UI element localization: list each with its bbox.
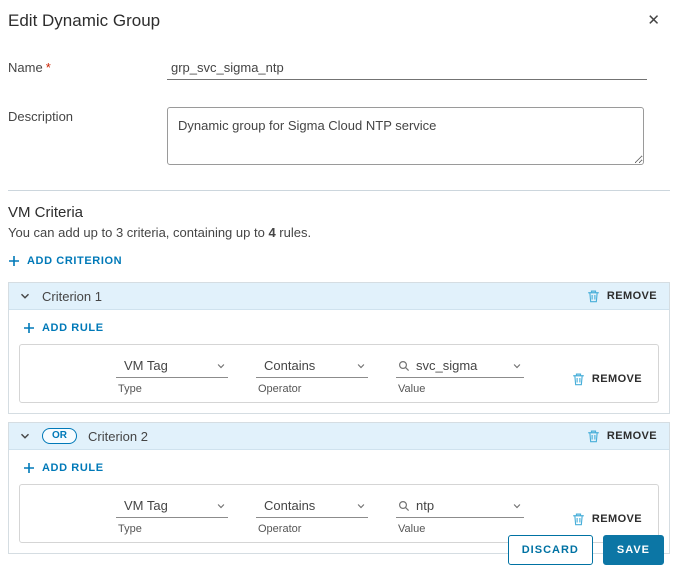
- value-field: svc_sigma Value: [396, 356, 524, 395]
- operator-field-label: Operator: [256, 383, 368, 395]
- description-row: Description Dynamic group for Sigma Clou…: [0, 107, 678, 165]
- operator-select[interactable]: Contains: [256, 496, 368, 518]
- vm-criteria-subtitle: You can add up to 3 criteria, containing…: [8, 225, 670, 240]
- subtitle-suffix: rules.: [276, 225, 311, 240]
- type-select[interactable]: VM Tag: [116, 356, 228, 378]
- chevron-down-icon: [356, 361, 366, 371]
- operator-select-value: Contains: [258, 498, 356, 513]
- add-criterion-button[interactable]: ADD CRITERION: [8, 255, 122, 267]
- edit-dynamic-group-dialog: Edit Dynamic Group ✕ Name* Description D…: [0, 0, 678, 574]
- name-row: Name*: [0, 58, 678, 80]
- discard-button[interactable]: DISCARD: [508, 535, 593, 565]
- vm-criteria-section: VM Criteria You can add up to 3 criteria…: [0, 204, 678, 554]
- add-rule-label: ADD RULE: [42, 462, 104, 474]
- save-button[interactable]: SAVE: [603, 535, 664, 565]
- remove-label: REMOVE: [592, 513, 642, 525]
- type-field-label: Type: [116, 523, 228, 535]
- type-select[interactable]: VM Tag: [116, 496, 228, 518]
- name-label-text: Name: [8, 60, 43, 75]
- type-field: VM Tag Type: [116, 496, 228, 535]
- operator-select[interactable]: Contains: [256, 356, 368, 378]
- criterion-title: Criterion 2: [88, 429, 148, 444]
- remove-label: REMOVE: [592, 373, 642, 385]
- criterion-title: Criterion 1: [42, 289, 102, 304]
- value-field: ntp Value: [396, 496, 524, 535]
- chevron-down-icon: [512, 501, 522, 511]
- type-field-label: Type: [116, 383, 228, 395]
- criterion-1: Criterion 1 REMOVE ADD RULE: [8, 282, 670, 414]
- rule-row: VM Tag Type Contains: [19, 344, 659, 403]
- rule-remove-button[interactable]: REMOVE: [572, 512, 642, 526]
- criterion-1-header: Criterion 1 REMOVE: [9, 283, 669, 310]
- subtitle-bold-number: 4: [268, 225, 275, 240]
- name-label: Name*: [0, 58, 167, 75]
- rule-remove-button[interactable]: REMOVE: [572, 372, 642, 386]
- search-icon: [398, 360, 410, 372]
- operator-select-value: Contains: [258, 358, 356, 373]
- chevron-down-icon[interactable]: [19, 290, 31, 302]
- criterion-2-header: OR Criterion 2 REMOVE: [9, 423, 669, 450]
- section-divider: [8, 190, 670, 191]
- add-rule-label: ADD RULE: [42, 322, 104, 334]
- chevron-down-icon: [512, 361, 522, 371]
- close-icon[interactable]: ✕: [645, 11, 662, 30]
- type-select-value: VM Tag: [118, 358, 216, 373]
- chevron-down-icon: [216, 361, 226, 371]
- rule-fields: VM Tag Type Contains: [116, 356, 524, 395]
- add-rule-button[interactable]: ADD RULE: [23, 462, 104, 474]
- operator-field: Contains Operator: [256, 496, 368, 535]
- value-field-label: Value: [396, 383, 524, 395]
- add-rule-button[interactable]: ADD RULE: [23, 322, 104, 334]
- dialog-header: Edit Dynamic Group ✕: [0, 0, 678, 31]
- value-select[interactable]: ntp: [396, 496, 524, 518]
- value-select-value: ntp: [410, 498, 512, 513]
- description-textarea[interactable]: Dynamic group for Sigma Cloud NTP servic…: [167, 107, 644, 165]
- trash-icon: [572, 512, 585, 526]
- search-icon: [398, 500, 410, 512]
- criterion-1-remove-button[interactable]: REMOVE: [587, 289, 657, 303]
- dialog-footer: DISCARD SAVE: [508, 535, 664, 565]
- remove-label: REMOVE: [607, 430, 657, 442]
- name-input[interactable]: [167, 58, 647, 80]
- plus-icon: [23, 322, 35, 334]
- required-asterisk: *: [46, 60, 51, 75]
- add-criterion-label: ADD CRITERION: [27, 255, 122, 267]
- description-label: Description: [0, 107, 167, 124]
- rule-fields: VM Tag Type Contains: [116, 496, 524, 535]
- trash-icon: [572, 372, 585, 386]
- chevron-down-icon[interactable]: [19, 430, 31, 442]
- type-field: VM Tag Type: [116, 356, 228, 395]
- type-select-value: VM Tag: [118, 498, 216, 513]
- chevron-down-icon: [216, 501, 226, 511]
- chevron-down-icon: [356, 501, 366, 511]
- trash-icon: [587, 289, 600, 303]
- plus-icon: [8, 255, 20, 267]
- criterion-1-body: ADD RULE VM Tag Type: [9, 310, 669, 413]
- value-select-value: svc_sigma: [410, 358, 512, 373]
- plus-icon: [23, 462, 35, 474]
- criterion-2-remove-button[interactable]: REMOVE: [587, 429, 657, 443]
- operator-field-label: Operator: [256, 523, 368, 535]
- operator-field: Contains Operator: [256, 356, 368, 395]
- value-select[interactable]: svc_sigma: [396, 356, 524, 378]
- vm-criteria-heading: VM Criteria: [8, 204, 670, 221]
- trash-icon: [587, 429, 600, 443]
- remove-label: REMOVE: [607, 290, 657, 302]
- value-field-label: Value: [396, 523, 524, 535]
- page-title: Edit Dynamic Group: [8, 11, 160, 31]
- subtitle-prefix: You can add up to 3 criteria, containing…: [8, 225, 268, 240]
- or-operator-badge: OR: [42, 428, 77, 444]
